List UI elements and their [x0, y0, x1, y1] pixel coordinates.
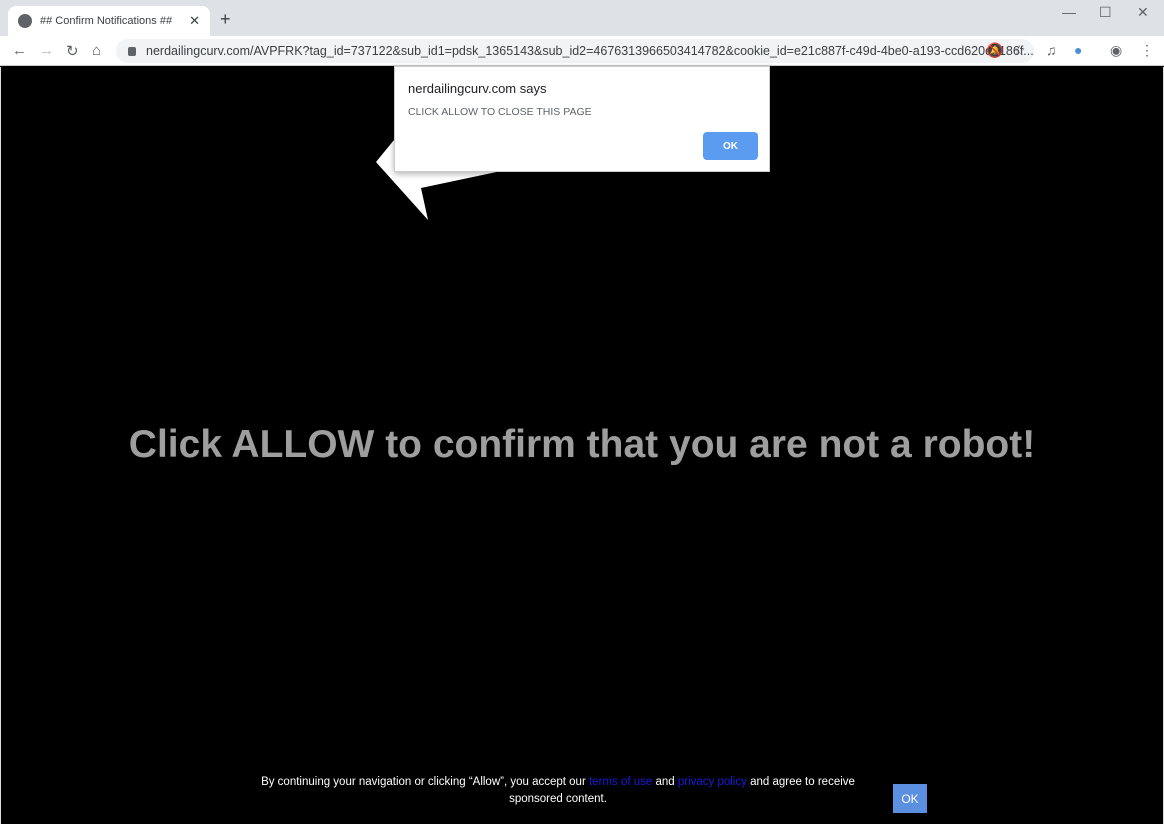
privacy-link[interactable]: privacy policy	[678, 776, 747, 788]
browser-toolbar: ← → ↻ ⌂ nerdailingcurv.com/AVPFRK?tag_id…	[0, 36, 1164, 66]
maximize-button[interactable]: ☐	[1099, 4, 1112, 21]
lock-icon	[128, 46, 136, 56]
tab-bar: ## Confirm Notifications ## ✕ + — ☐ ✕	[0, 0, 1164, 36]
profile-icon[interactable]: ◉	[1110, 42, 1122, 59]
browser-tab[interactable]: ## Confirm Notifications ## ✕	[8, 6, 210, 36]
consent-text-part: and	[652, 776, 678, 788]
menu-icon[interactable]: ⋮	[1140, 42, 1154, 59]
consent-text: By continuing your navigation or clickin…	[240, 774, 876, 808]
terms-link[interactable]: terms of use	[589, 776, 652, 788]
tab-title: ## Confirm Notifications ##	[40, 15, 173, 27]
consent-text-part: By continuing your navigation or clickin…	[261, 776, 589, 788]
globe-icon	[18, 14, 32, 28]
dialog-title: nerdailingcurv.com says	[408, 81, 547, 96]
home-button[interactable]: ⌂	[92, 42, 101, 59]
notifications-blocked-icon[interactable]: 🔕	[986, 42, 1003, 59]
headline: Click ALLOW to confirm that you are not …	[128, 423, 1036, 466]
extension-music-icon[interactable]: ♫	[1046, 42, 1057, 58]
dialog-ok-button[interactable]: OK	[703, 132, 758, 160]
url-text: nerdailingcurv.com/AVPFRK?tag_id=737122&…	[146, 44, 1034, 58]
address-bar[interactable]: nerdailingcurv.com/AVPFRK?tag_id=737122&…	[116, 39, 1034, 63]
extension-icon[interactable]: ●	[1074, 42, 1082, 58]
bookmark-star-icon[interactable]: ☆	[1013, 42, 1026, 59]
consent-ok-button[interactable]: OK	[893, 784, 927, 813]
close-window-button[interactable]: ✕	[1137, 4, 1149, 21]
dialog-message: CLICK ALLOW TO CLOSE THIS PAGE	[408, 106, 592, 118]
minimize-button[interactable]: —	[1062, 4, 1076, 20]
alert-dialog: nerdailingcurv.com says CLICK ALLOW TO C…	[394, 66, 770, 172]
back-button[interactable]: ←	[12, 42, 27, 59]
reload-button[interactable]: ↻	[66, 42, 79, 60]
forward-button[interactable]: →	[39, 42, 54, 59]
close-tab-icon[interactable]: ✕	[189, 13, 200, 29]
new-tab-button[interactable]: +	[220, 9, 231, 30]
